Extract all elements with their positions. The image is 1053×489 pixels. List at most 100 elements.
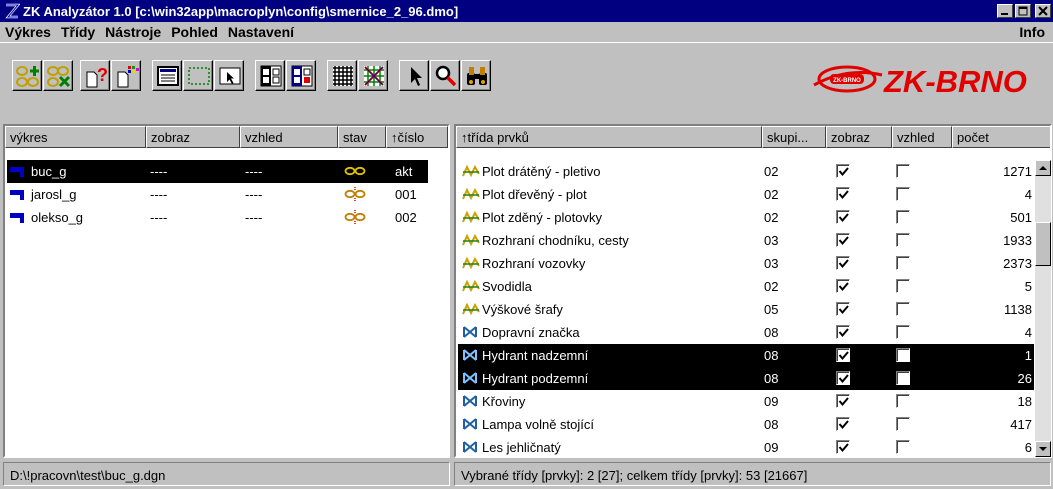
scroll-up-button[interactable] — [1035, 160, 1051, 176]
vzhled-checkbox[interactable] — [896, 187, 910, 201]
minimize-button[interactable] — [997, 4, 1013, 18]
class-row[interactable]: Výškové šrafy 05 1138 — [458, 298, 1034, 321]
class-group: 02 — [764, 187, 779, 202]
class-name: Křoviny — [482, 394, 526, 409]
scroll-up-icon — [1039, 166, 1047, 170]
zobraz-checkbox[interactable] — [836, 417, 850, 431]
col-header-cislo[interactable]: ↑číslo — [386, 126, 448, 148]
col-header-vzhled[interactable]: vzhled — [892, 126, 952, 148]
list-view-icon — [157, 66, 179, 86]
col-header-zobraz[interactable]: zobraz — [826, 126, 892, 148]
scroll-down-button[interactable] — [1035, 441, 1051, 457]
checkmark-icon — [838, 374, 849, 384]
class-row[interactable]: Svodidla 02 5 — [458, 275, 1034, 298]
select-rectangle-button[interactable] — [183, 60, 213, 91]
class-row[interactable]: Plot dřevěný - plot 02 4 — [458, 183, 1034, 206]
vzhled-checkbox[interactable] — [896, 279, 910, 293]
menu-vykres[interactable]: Výkres — [0, 24, 56, 40]
menu-nastaveni[interactable]: Nastavení — [223, 24, 299, 40]
add-drawing-button[interactable] — [12, 60, 42, 91]
menu-nastroje[interactable]: Nástroje — [100, 24, 166, 40]
help-button[interactable]: ? — [80, 60, 110, 91]
color-palette-button[interactable] — [111, 60, 141, 91]
vzhled-checkbox[interactable] — [896, 210, 910, 224]
zobraz-checkbox[interactable] — [836, 302, 850, 316]
vzhled-checkbox[interactable] — [896, 325, 910, 339]
check-all-button[interactable] — [255, 60, 285, 91]
grid-button[interactable] — [327, 60, 357, 91]
line-style-icon — [462, 256, 480, 270]
title-bar[interactable]: ZK Analyzátor 1.0 [c:\win32app\macroplyn… — [0, 0, 1053, 22]
zobraz-checkbox[interactable] — [836, 371, 850, 385]
col-header-zobraz[interactable]: zobraz — [146, 126, 240, 148]
vzhled-checkbox[interactable] — [896, 233, 910, 247]
vzhled-checkbox[interactable] — [896, 417, 910, 431]
class-group: 02 — [764, 210, 779, 225]
class-count: 417 — [1010, 417, 1032, 432]
class-row[interactable]: Plot zděný - plotovky 02 501 — [458, 206, 1034, 229]
vzhled-checkbox[interactable] — [896, 440, 910, 454]
zobraz-checkbox[interactable] — [836, 325, 850, 339]
menu-pohled[interactable]: Pohled — [166, 24, 223, 40]
arrow-cursor-button[interactable] — [399, 60, 429, 91]
remove-drawing-button[interactable] — [43, 60, 73, 91]
maximize-button[interactable] — [1015, 4, 1031, 18]
check-selected-button[interactable] — [286, 60, 316, 91]
close-button[interactable] — [1035, 4, 1051, 18]
vzhled-checkbox[interactable] — [896, 256, 910, 270]
class-row[interactable]: Rozhraní chodníku, cesty 03 1933 — [458, 229, 1034, 252]
drawing-row[interactable]: buc_g ---- ---- akt — [7, 160, 428, 183]
toolbar: ? ZK-BRNO ZK-BRNO — [0, 42, 1053, 122]
class-row[interactable]: Rozhraní vozovky 03 2373 — [458, 252, 1034, 275]
col-header-vykres[interactable]: výkres — [5, 126, 146, 148]
vzhled-checkbox[interactable] — [896, 394, 910, 408]
class-row[interactable]: Plot drátěný - pletivo 02 1271 — [458, 160, 1034, 183]
pointer-select-button[interactable] — [214, 60, 244, 91]
col-header-pocet[interactable]: počet — [952, 126, 1050, 148]
class-row[interactable]: Hydrant podzemní 08 26 — [458, 367, 1034, 390]
scroll-thumb[interactable] — [1035, 222, 1051, 266]
class-name: Plot zděný - plotovky — [482, 210, 602, 225]
zobraz-checkbox[interactable] — [836, 233, 850, 247]
vzhled-checkbox[interactable] — [896, 371, 910, 385]
cross-grid-button[interactable] — [358, 60, 388, 91]
zobraz-checkbox[interactable] — [836, 279, 850, 293]
class-name: Dopravní značka — [482, 325, 580, 340]
zobraz-checkbox[interactable] — [836, 256, 850, 270]
class-row[interactable]: Les jehličnatý 09 6 — [458, 436, 1034, 456]
zobraz-checkbox[interactable] — [836, 394, 850, 408]
zoom-button[interactable] — [430, 60, 460, 91]
vzhled-checkbox[interactable] — [896, 348, 910, 362]
color-palette-icon — [117, 66, 139, 88]
zobraz-checkbox[interactable] — [836, 187, 850, 201]
class-row[interactable]: Křoviny 09 18 — [458, 390, 1034, 413]
zobraz-checkbox[interactable] — [836, 164, 850, 178]
list-view-button[interactable] — [152, 60, 182, 91]
cell-symbol-icon — [463, 441, 477, 453]
drawing-row[interactable]: olekso_g ---- ---- 002 — [7, 206, 428, 229]
class-row[interactable]: Lampa volně stojící 08 417 — [458, 413, 1034, 436]
class-name: Plot dřevěný - plot — [482, 187, 587, 202]
vzhled-checkbox[interactable] — [896, 302, 910, 316]
col-header-skupina[interactable]: skupi... — [762, 126, 826, 148]
class-count: 2373 — [1003, 256, 1032, 271]
vzhled-checkbox[interactable] — [896, 164, 910, 178]
class-row[interactable]: Dopravní značka 08 4 — [458, 321, 1034, 344]
class-count: 5 — [1024, 279, 1032, 294]
drawing-file-icon — [10, 190, 24, 200]
col-header-vzhled[interactable]: vzhled — [240, 126, 338, 148]
menu-tridy[interactable]: Třídy — [56, 24, 100, 40]
zobraz-checkbox[interactable] — [836, 210, 850, 224]
zobraz-checkbox[interactable] — [836, 440, 850, 454]
drawing-name: jarosl_g — [31, 187, 77, 202]
zobraz-checkbox[interactable] — [836, 348, 850, 362]
col-header-trida[interactable]: ↑třída prvků — [456, 126, 762, 148]
class-row[interactable]: Hydrant nadzemní 08 1 — [458, 344, 1034, 367]
col-header-stav[interactable]: stav — [338, 126, 386, 148]
vertical-scrollbar[interactable] — [1035, 160, 1051, 457]
class-count: 1138 — [1004, 302, 1032, 317]
menu-info[interactable]: Info — [1014, 24, 1053, 40]
checkmark-icon — [838, 236, 849, 246]
binoculars-button[interactable] — [461, 60, 491, 91]
drawing-row[interactable]: jarosl_g ---- ---- 001 — [7, 183, 428, 206]
